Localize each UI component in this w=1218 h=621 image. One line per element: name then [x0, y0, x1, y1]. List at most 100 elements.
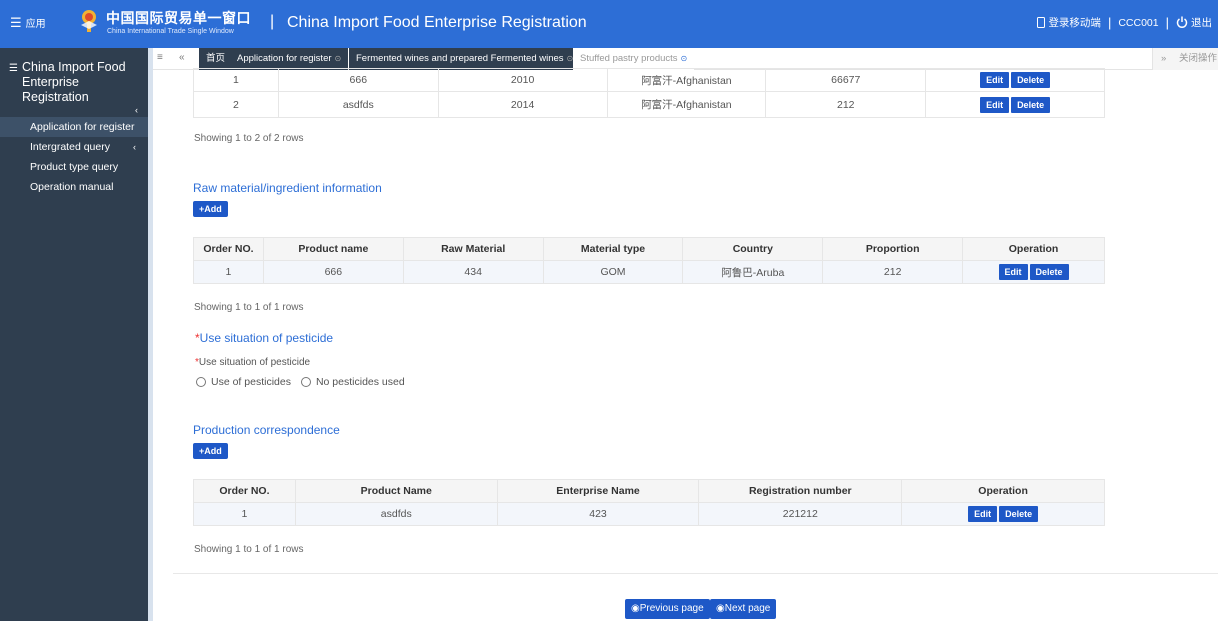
column-header: Registration number [698, 479, 903, 503]
sidebar-item-label: Operation manual [30, 181, 114, 193]
column-header: Proportion [822, 237, 964, 261]
close-icon[interactable]: ⊙ [335, 54, 342, 63]
table-header-row: Order NO. Product name Raw Material Mate… [193, 237, 1105, 261]
no-pesticides-radio[interactable] [300, 377, 311, 387]
previous-page-label: Previous page [639, 603, 704, 614]
list-icon: ☰ [9, 63, 18, 74]
column-header: Raw Material [402, 237, 544, 261]
tab-application-for-register[interactable]: Application for register ⊙ [230, 48, 349, 70]
table-row: 2 asdfds 2014 阿富汗-Afghanistan 212 Edit De… [193, 91, 1105, 118]
tab-bar: ≡ « 首页 Application for register ⊙ Ferment… [153, 48, 1218, 70]
edit-button[interactable]: Edit [998, 264, 1028, 280]
sidebar-item-application-for-register[interactable]: Application for register [0, 117, 148, 137]
chevron-left-icon: ‹ [133, 142, 136, 152]
table-cell: 1 [193, 260, 264, 284]
tab-stuffed-pastry-products[interactable]: Stuffed pastry products ⊙ [573, 48, 695, 70]
close-operations-menu[interactable]: » 关闭操作 [1152, 48, 1218, 70]
table-cell: Edit Delete [925, 91, 1105, 118]
close-icon[interactable]: ⊙ [681, 54, 688, 63]
next-page-button[interactable]: ◉Next page [710, 599, 777, 619]
menu-icon: ☰ [10, 15, 22, 30]
column-header: Product name [262, 237, 404, 261]
radio-label[interactable]: Use of pesticides [211, 376, 291, 388]
title-separator: | [270, 13, 275, 30]
pesticide-radio-group: Use of pesticides No pesticides used [196, 376, 415, 388]
use-pesticides-radio[interactable] [196, 377, 206, 387]
tab-fermented-wines[interactable]: Fermented wines and prepared Fermented w… [349, 48, 581, 70]
delete-button[interactable]: Delete [999, 506, 1039, 522]
top-bar: ☰ 应用 中国国际贸易单一窗口 China International Trad… [0, 0, 1218, 48]
table-cell: asdfds [294, 502, 498, 526]
sidebar-item-label: Intergrated query [30, 141, 110, 153]
edit-button[interactable]: Edit [980, 72, 1010, 88]
table-cell: 666 [262, 260, 404, 284]
edit-button[interactable]: Edit [968, 506, 998, 522]
table-cell: 212 [765, 91, 927, 118]
table-cell: GOM [542, 260, 684, 284]
mobile-login-link[interactable]: 登录移动端 [1037, 15, 1101, 30]
sidebar-item-label: Application for register [30, 121, 135, 133]
sidebar: ☰ China Import Food Enterprise Registrat… [0, 48, 148, 621]
sidebar-item-operation-manual[interactable]: Operation manual [0, 177, 148, 197]
sidebar-title: ☰ China Import Food Enterprise Registrat… [0, 48, 148, 105]
product-table: 1 666 2010 阿富汗-Afghanistan 66677 Edit Del… [193, 68, 1105, 118]
table-cell: 1 [193, 502, 296, 526]
tab-home[interactable]: 首页 [199, 48, 233, 70]
phone-icon [1037, 17, 1046, 28]
table-cell: 212 [822, 260, 964, 284]
pesticide-field-text: Use situation of pesticide [198, 357, 311, 368]
arrow-circle-left-icon: ◉ [631, 603, 640, 614]
delete-button[interactable]: Delete [1011, 72, 1051, 88]
delete-button[interactable]: Delete [1011, 96, 1051, 113]
apps-menu-button[interactable]: ☰ 应用 [10, 15, 46, 30]
top-right-controls: 登录移动端 | CCC001 | 退出 [1037, 15, 1212, 30]
table-cell: 阿鲁巴-Aruba [682, 260, 824, 284]
sidebar-collapse-icon[interactable]: ‹ [0, 105, 148, 115]
previous-page-button[interactable]: ◉Previous page [625, 599, 710, 619]
pesticide-title-text: Use situation of pesticide [199, 331, 334, 345]
table-cell: Edit Delete [901, 502, 1105, 526]
radio-label[interactable]: No pesticides used [316, 376, 405, 388]
sidebar-item-label: Product type query [30, 161, 119, 173]
table-cell: 阿富汗-Afghanistan [606, 91, 767, 118]
pagination-info: Showing 1 to 1 of 1 rows [194, 302, 304, 313]
pagination-info: Showing 1 to 2 of 2 rows [194, 133, 304, 144]
tab-label: Fermented wines and prepared Fermented w… [356, 53, 564, 64]
tab-scroll-left-icon[interactable]: « [179, 52, 185, 63]
power-icon [1176, 16, 1188, 28]
table-row: 1 666 2010 阿富汗-Afghanistan 66677 Edit Del… [193, 68, 1105, 92]
main-content: 1 666 2010 阿富汗-Afghanistan 66677 Edit Del… [153, 68, 1218, 621]
add-production-button[interactable]: +Add [193, 443, 228, 459]
column-header: Order NO. [193, 237, 264, 261]
table-cell: 阿富汗-Afghanistan [606, 68, 767, 92]
column-header: Operation [901, 479, 1105, 503]
edit-button[interactable]: Edit [980, 96, 1010, 113]
logout-button[interactable]: 退出 [1176, 15, 1212, 30]
emblem-icon [81, 10, 97, 32]
column-header: Material type [542, 237, 684, 261]
column-header: Enterprise Name [496, 479, 700, 503]
sidebar-item-product-type-query[interactable]: Product type query [0, 157, 148, 177]
table-cell: 221212 [698, 502, 903, 526]
user-name[interactable]: CCC001 [1118, 17, 1158, 29]
add-raw-material-button[interactable]: +Add [193, 201, 228, 217]
table-cell: Edit Delete [962, 260, 1105, 284]
logo-en: China International Trade Single Window [107, 28, 234, 35]
table-cell: 434 [402, 260, 544, 284]
pagination-info: Showing 1 to 1 of 1 rows [194, 544, 304, 555]
divider: | [1107, 15, 1112, 30]
column-header: Operation [962, 237, 1105, 261]
sidebar-item-intergrated-query[interactable]: Intergrated query ‹ [0, 137, 148, 157]
logo-cn: 中国国际贸易单一窗口 [106, 11, 251, 27]
divider [173, 573, 1218, 574]
menu-toggle-icon[interactable]: ≡ [157, 52, 163, 63]
pesticide-field-label: *Use situation of pesticide [195, 357, 310, 368]
raw-material-table: Order NO. Product name Raw Material Mate… [193, 237, 1105, 284]
table-cell: asdfds [277, 91, 439, 118]
sidebar-title-text: China Import Food Enterprise Registratio… [22, 60, 126, 104]
production-table: Order NO. Product Name Enterprise Name R… [193, 479, 1105, 526]
divider: | [1165, 15, 1169, 30]
tab-scroll-right-icon[interactable]: » [1161, 48, 1166, 70]
column-header: Country [682, 237, 824, 261]
delete-button[interactable]: Delete [1029, 264, 1069, 280]
